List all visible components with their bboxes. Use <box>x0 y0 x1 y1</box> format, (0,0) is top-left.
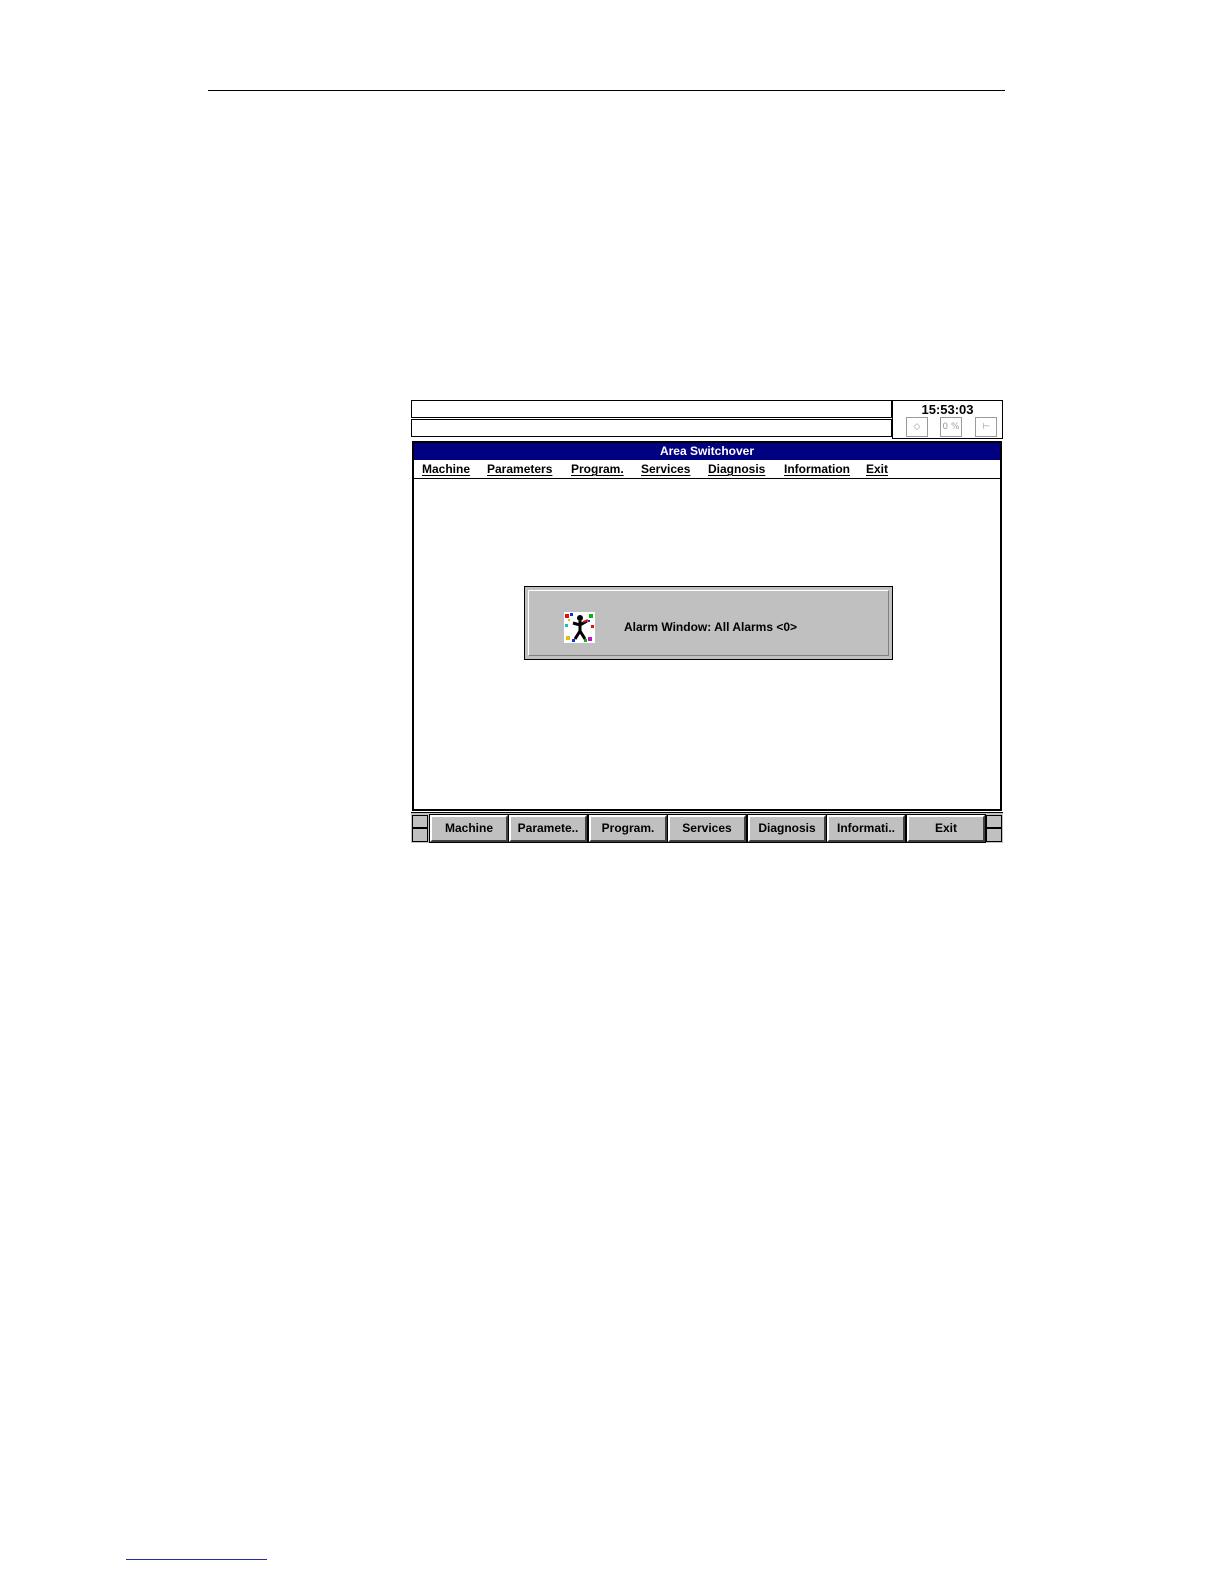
application-window: Area Switchover Machine Parameters Progr… <box>412 441 1002 811</box>
softkey-information[interactable]: Informati.. <box>826 814 906 843</box>
alarm-window-text: Alarm Window: All Alarms <0> <box>624 620 798 634</box>
clock: 15:53:03 <box>921 402 974 417</box>
menu-services[interactable]: Services <box>641 462 690 476</box>
softkey-parameters[interactable]: Paramete.. <box>508 814 588 843</box>
status-indicator-box: 15:53:03 ◇ 0 % ⊢ <box>892 400 1003 439</box>
override-percent-icon: 0 % <box>940 417 962 437</box>
status-message-line-2 <box>411 419 892 437</box>
exit-door-icon: ⊢ <box>975 417 997 437</box>
menu-information[interactable]: Information <box>784 462 850 476</box>
footnote-rule <box>126 1559 267 1560</box>
page-header-rule <box>208 90 1005 91</box>
softkey-services[interactable]: Services <box>667 814 747 843</box>
menu-program[interactable]: Program. <box>571 462 624 476</box>
status-message-line-1 <box>411 400 892 418</box>
hmi-screen: 15:53:03 ◇ 0 % ⊢ Area Switchover Machine… <box>411 400 1003 843</box>
alarm-window-inner: Alarm Window: All Alarms <0> <box>528 590 889 656</box>
softkey-bar: Machine Paramete.. Program. Services Dia… <box>411 812 1003 843</box>
softkey-recall-left[interactable] <box>412 815 428 842</box>
softkey-etc-right[interactable] <box>986 815 1002 842</box>
menu-bar: Machine Parameters Program. Services Dia… <box>414 460 1000 479</box>
menu-machine[interactable]: Machine <box>422 462 470 476</box>
softkey-diagnosis[interactable]: Diagnosis <box>747 814 827 843</box>
menu-diagnosis[interactable]: Diagnosis <box>708 462 765 476</box>
menu-parameters[interactable]: Parameters <box>487 462 552 476</box>
softkey-program[interactable]: Program. <box>588 814 668 843</box>
alarm-person-icon <box>564 612 595 643</box>
alarm-window[interactable]: Alarm Window: All Alarms <0> <box>524 586 893 660</box>
menu-exit[interactable]: Exit <box>866 462 888 476</box>
cycle-icon: ◇ <box>906 417 928 437</box>
softkey-machine[interactable]: Machine <box>429 814 509 843</box>
window-title: Area Switchover <box>414 443 1000 460</box>
softkey-exit[interactable]: Exit <box>906 814 986 843</box>
